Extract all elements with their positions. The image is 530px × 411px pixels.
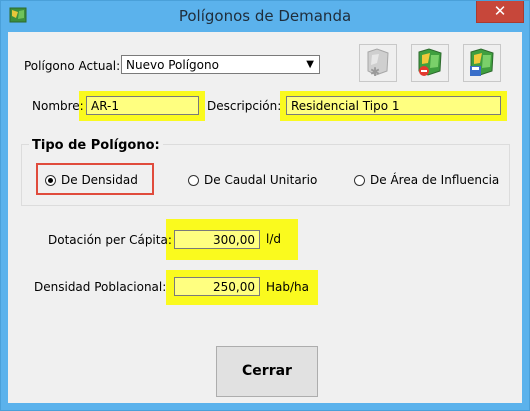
save-polygon-button[interactable] [463,44,501,82]
map-save-icon [470,48,494,76]
radio-de-caudal-unitario[interactable]: De Caudal Unitario [188,171,317,189]
nombre-label: Nombre: [32,99,84,113]
poligono-actual-label: Polígono Actual: [24,59,121,73]
radio-dot[interactable] [354,174,365,186]
densidad-unit: Hab/ha [266,280,309,294]
nombre-input[interactable]: AR-1 [86,96,199,115]
dotacion-unit: l/d [266,232,281,246]
densidad-input[interactable]: 250,00 [174,277,260,296]
radio-de-area-influencia[interactable]: De Área de Influencia [354,171,499,189]
radio-dot[interactable] [188,174,199,186]
radio-de-caudal-unitario-label: De Caudal Unitario [204,173,318,187]
title-bar[interactable]: Polígonos de Demanda ✕ [1,1,529,32]
densidad-label: Densidad Poblacional: [34,280,167,294]
poligono-actual-select[interactable]: Nuevo Polígono ▼ [121,55,320,74]
map-delete-icon [418,48,442,76]
radio-de-densidad[interactable]: De Densidad [45,171,138,189]
dialog-window: Polígonos de Demanda ✕ Polígono Actual: … [0,0,530,411]
dotacion-input[interactable]: 300,00 [174,230,260,249]
radio-de-area-influencia-label: De Área de Influencia [370,173,500,187]
descripcion-input[interactable]: Residencial Tipo 1 [286,96,501,115]
dotacion-label: Dotación per Cápita: [48,233,172,247]
map-add-icon: ✱ [367,48,389,79]
descripcion-label: Descripción: [207,99,282,113]
delete-polygon-button[interactable] [411,44,449,82]
window-title: Polígonos de Demanda [178,7,352,25]
svg-text:✱: ✱ [370,65,380,79]
close-window-button[interactable]: ✕ [476,1,524,23]
poligono-actual-value: Nuevo Polígono [126,58,219,72]
radio-de-densidad-label: De Densidad [61,173,138,187]
tipo-poligono-title: Tipo de Polígono: [29,138,163,153]
chevron-down-icon: ▼ [306,59,314,70]
add-polygon-button[interactable]: ✱ [359,44,397,82]
dialog-body: Polígono Actual: Nuevo Polígono ▼ ✱ Nomb… [8,32,522,403]
cerrar-button[interactable]: Cerrar [216,346,318,397]
radio-dot-selected[interactable] [45,174,56,186]
